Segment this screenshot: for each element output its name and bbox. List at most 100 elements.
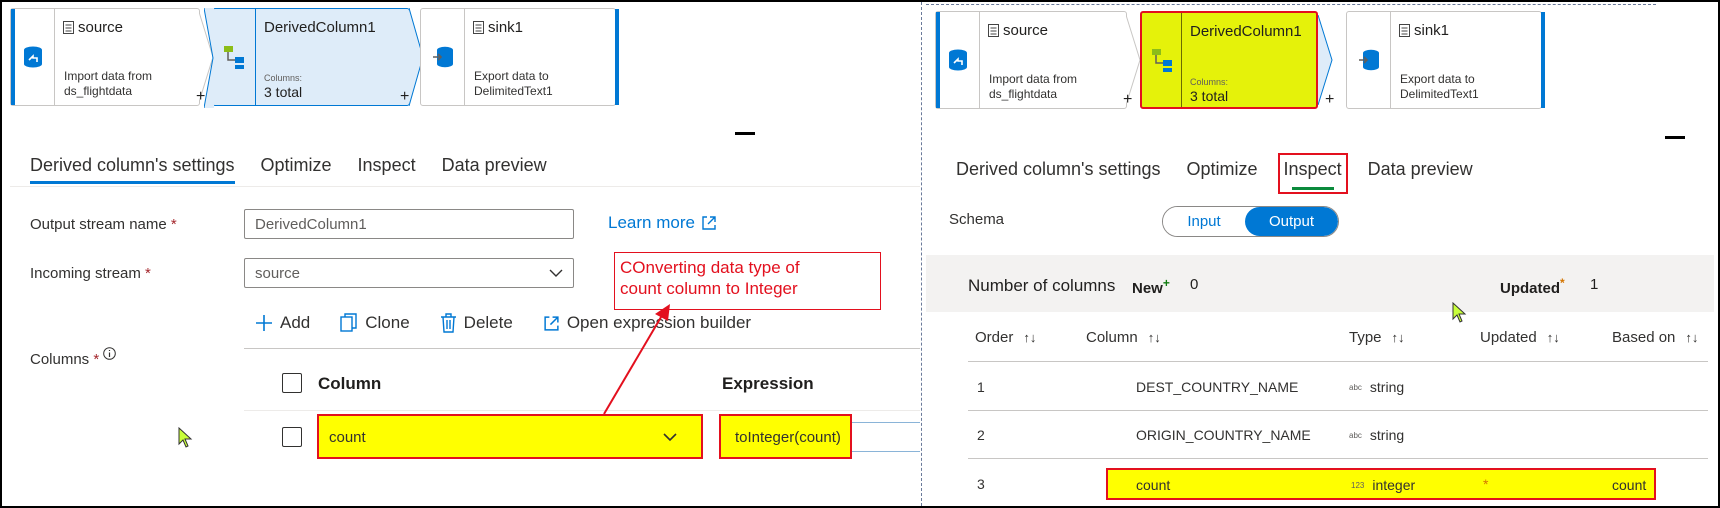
document-icon <box>473 21 484 34</box>
source-node-body: source Import data from ds_flightdata <box>55 9 199 105</box>
column-select-dropdown[interactable]: count <box>317 414 703 459</box>
source-node-body: source Import data from ds_flightdata <box>980 12 1126 108</box>
derived-columns-value: 3 total <box>264 84 303 100</box>
right-derived-node[interactable]: DerivedColumn1 Columns: 3 total <box>1140 11 1318 109</box>
row1-type-text: string <box>1369 379 1405 395</box>
header-type-text: Type <box>1349 329 1382 346</box>
sink-node-body: sink1 Export data to DelimitedText1 <box>1391 12 1541 108</box>
sink-desc-line1: Export data to <box>1400 72 1475 86</box>
delete-button[interactable]: Delete <box>440 313 513 333</box>
row2-type: abc string <box>1349 427 1404 443</box>
row3-updated-mark: * <box>1483 476 1489 492</box>
header-order[interactable]: Order ↑↓ <box>975 329 1036 346</box>
tab-inspect[interactable]: Inspect <box>358 155 416 184</box>
add-after-derived-button[interactable]: + <box>1325 91 1334 109</box>
tab-data-preview[interactable]: Data preview <box>1368 159 1473 188</box>
sink-title-text: sink1 <box>488 19 524 36</box>
derived-columns-value: 3 total <box>1190 88 1229 104</box>
tab-derived-settings[interactable]: Derived column's settings <box>30 155 235 184</box>
document-icon <box>1399 24 1410 37</box>
row1-order: 1 <box>977 379 985 395</box>
updated-label: Updated* <box>1500 276 1565 297</box>
sink-node-side <box>421 9 465 105</box>
panel-resize-handle[interactable] <box>735 132 755 135</box>
number-of-columns-label: Number of columns <box>968 276 1116 295</box>
row-checkbox[interactable] <box>282 427 302 447</box>
output-stream-input[interactable]: DerivedColumn1 <box>244 209 574 239</box>
columns-label-text: Columns <box>30 351 90 368</box>
tabs-underline <box>10 186 920 187</box>
source-node-side <box>11 9 55 105</box>
schema-label: Schema <box>949 211 1005 228</box>
sink-desc-line2: DelimitedText1 <box>474 84 553 98</box>
clone-label: Clone <box>365 313 410 332</box>
header-updated[interactable]: Updated ↑↓ <box>1480 329 1560 346</box>
sink-end-bar <box>1541 12 1545 108</box>
header-based-on-text: Based on <box>1612 329 1676 346</box>
selection-outline <box>926 4 1656 5</box>
clone-button[interactable]: Clone <box>340 313 410 333</box>
tab-optimize[interactable]: Optimize <box>1187 159 1258 188</box>
updated-mark: * <box>1560 276 1565 290</box>
toggle-output-option[interactable]: Output <box>1245 207 1338 236</box>
row2-column: ORIGIN_COUNTRY_NAME <box>1136 427 1311 443</box>
left-derived-node[interactable]: DerivedColumn1 Columns: 3 total <box>204 8 410 108</box>
tab-optimize[interactable]: Optimize <box>261 155 332 184</box>
toggle-input-option[interactable]: Input <box>1163 207 1245 236</box>
node-accent-bar <box>11 9 15 105</box>
clone-icon <box>340 313 357 332</box>
row2-order: 2 <box>977 427 985 443</box>
header-column[interactable]: Column ↑↓ <box>1086 329 1161 346</box>
source-node-side <box>936 12 980 108</box>
tab-inspect[interactable]: Inspect <box>1277 153 1348 194</box>
column-select-value: count <box>329 429 366 446</box>
sort-icon: ↑↓ <box>1023 330 1037 345</box>
derived-node-title: DerivedColumn1 <box>264 19 376 36</box>
required-mark: * <box>145 265 151 282</box>
left-source-node[interactable]: source Import data from ds_flightdata <box>10 8 200 106</box>
incoming-stream-select[interactable]: source <box>244 258 574 288</box>
header-column-text: Column <box>1086 329 1138 346</box>
source-desc-line2: ds_flightdata <box>64 84 133 98</box>
derived-columns-label: Columns: <box>264 73 303 83</box>
output-stream-label-text: Output stream name <box>30 216 167 233</box>
add-button[interactable]: Add <box>255 313 310 333</box>
panel-resize-handle[interactable] <box>1665 136 1685 139</box>
incoming-stream-value: source <box>255 265 301 282</box>
tab-data-preview[interactable]: Data preview <box>442 155 547 184</box>
select-all-checkbox[interactable] <box>282 373 302 393</box>
sort-icon: ↑↓ <box>1391 330 1405 345</box>
incoming-stream-label-text: Incoming stream <box>30 265 141 282</box>
derived-columns-label: Columns: <box>1190 77 1229 87</box>
source-node-description: Import data from ds_flightdata <box>989 72 1077 102</box>
mouse-cursor-icon <box>1452 302 1467 323</box>
node-accent-bar <box>936 12 940 108</box>
row3-column: count <box>1136 477 1171 493</box>
sink-icon <box>1358 49 1379 71</box>
new-label: New+ <box>1132 276 1170 297</box>
chevron-down-icon <box>549 269 563 277</box>
row1-type: abc string <box>1349 379 1404 395</box>
right-sink-node[interactable]: sink1 Export data to DelimitedText1 <box>1346 11 1545 109</box>
required-mark: * <box>93 351 100 368</box>
expression-input[interactable]: toInteger(count) <box>719 414 852 459</box>
add-after-source-button[interactable]: + <box>1123 91 1132 109</box>
new-count: 0 <box>1190 276 1199 293</box>
table-row-border <box>968 410 1708 411</box>
header-based-on[interactable]: Based on ↑↓ <box>1612 329 1698 346</box>
source-node-title: source <box>63 19 191 36</box>
info-icon[interactable] <box>103 347 117 360</box>
required-mark: * <box>170 216 177 233</box>
tab-derived-settings[interactable]: Derived column's settings <box>956 159 1161 188</box>
header-type[interactable]: Type ↑↓ <box>1349 329 1405 346</box>
learn-more-link[interactable]: Learn more <box>608 213 717 233</box>
right-source-node[interactable]: source Import data from ds_flightdata <box>935 11 1127 109</box>
derived-node-body: DerivedColumn1 Columns: 3 total <box>256 9 409 105</box>
string-type-icon: abc <box>1349 383 1362 392</box>
row3-type: 123 integer <box>1351 477 1415 493</box>
add-after-derived-button[interactable]: + <box>400 88 409 106</box>
left-sink-node[interactable]: sink1 Export data to DelimitedText1 <box>420 8 619 106</box>
sink-node-description: Export data to DelimitedText1 <box>474 69 553 99</box>
derived-node-body: DerivedColumn1 Columns: 3 total <box>1182 13 1316 107</box>
sort-icon: ↑↓ <box>1147 330 1161 345</box>
